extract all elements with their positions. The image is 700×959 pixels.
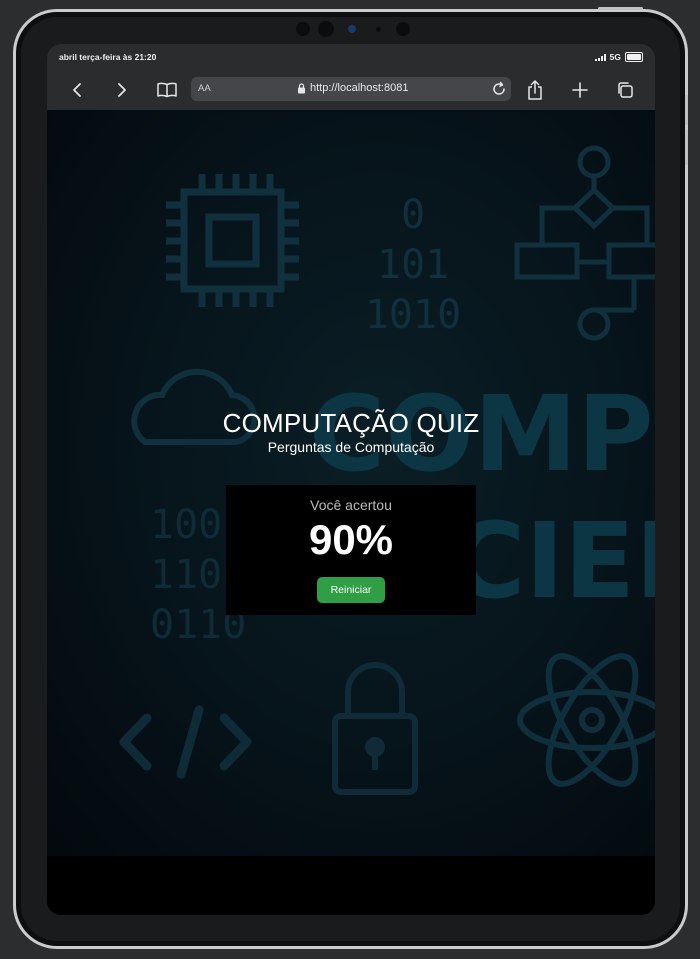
share-button[interactable]: [523, 78, 547, 102]
new-tab-button[interactable]: [568, 78, 592, 102]
battery-icon: [625, 52, 643, 62]
page-viewport: 0 101 1010 COMPU CIEN: [47, 110, 655, 856]
volume-down-button: [685, 130, 688, 165]
power-button: [598, 7, 643, 10]
chevron-left-icon: [73, 83, 81, 97]
screen: abril terça-feira às 21:20 5G AA http://…: [47, 44, 655, 915]
camera-bar: [296, 19, 446, 39]
reload-button[interactable]: [491, 81, 507, 100]
padlock-icon: [332, 662, 418, 795]
network-label: 5G: [609, 52, 621, 62]
binary-left-line-2: 110: [150, 552, 222, 598]
tabs-icon: [618, 82, 633, 98]
lock-icon: [298, 82, 305, 93]
browser-toolbar: AA http://localhost:8081: [47, 70, 655, 110]
address-bar[interactable]: AA http://localhost:8081: [191, 77, 511, 101]
result-score: 90%: [308, 516, 394, 563]
atom-icon: [517, 653, 655, 787]
restart-button[interactable]: Reiniciar: [317, 577, 385, 603]
computer-science-background: 0 101 1010 COMPU CIEN: [119, 145, 655, 795]
camera-lens-icon: [348, 25, 356, 33]
chevron-right-icon: [118, 83, 126, 97]
binary-line-2: 101: [377, 242, 449, 288]
tabs-overview-button[interactable]: [613, 78, 637, 102]
reload-icon: [493, 81, 505, 95]
page-bottom-area: [47, 856, 655, 915]
binary-top-text: 0 101 1010: [365, 192, 461, 338]
binary-line-3: 1010: [365, 292, 461, 338]
text-size-button[interactable]: AA: [198, 83, 211, 94]
face-sensor-icon: [396, 22, 410, 36]
quiz-title: COMPUTAÇÃO QUIZ: [222, 408, 480, 438]
result-label: Você acertou: [310, 497, 392, 513]
camera-icon: [318, 21, 334, 37]
result-card: Você acertou 90% Reiniciar: [226, 485, 476, 615]
status-bar: abril terça-feira às 21:20 5G: [47, 44, 655, 70]
chip-icon: [166, 174, 299, 307]
signal-icon: [594, 53, 606, 61]
binary-line-1: 0: [401, 192, 425, 238]
url-display[interactable]: http://localhost:8081: [297, 82, 408, 94]
quiz-subtitle: Perguntas de Computação: [267, 439, 435, 455]
code-icon: [119, 705, 252, 779]
binary-left-line-1: 100: [150, 502, 222, 548]
status-time: abril terça-feira às 21:20: [59, 52, 157, 62]
status-indicators: 5G: [594, 52, 643, 62]
sensor-icon: [296, 22, 310, 36]
big-text-line-2: CIEN: [449, 500, 655, 622]
share-icon: [528, 80, 542, 100]
back-button[interactable]: [65, 78, 89, 102]
plus-icon: [572, 82, 588, 98]
url-text: http://localhost:8081: [310, 82, 409, 94]
bookmarks-button[interactable]: [155, 78, 179, 102]
book-icon: [157, 82, 177, 98]
flowchart-icon: [514, 145, 655, 341]
volume-up-button: [685, 95, 688, 125]
forward-button[interactable]: [110, 78, 134, 102]
sensor-dot-icon: [376, 27, 381, 32]
